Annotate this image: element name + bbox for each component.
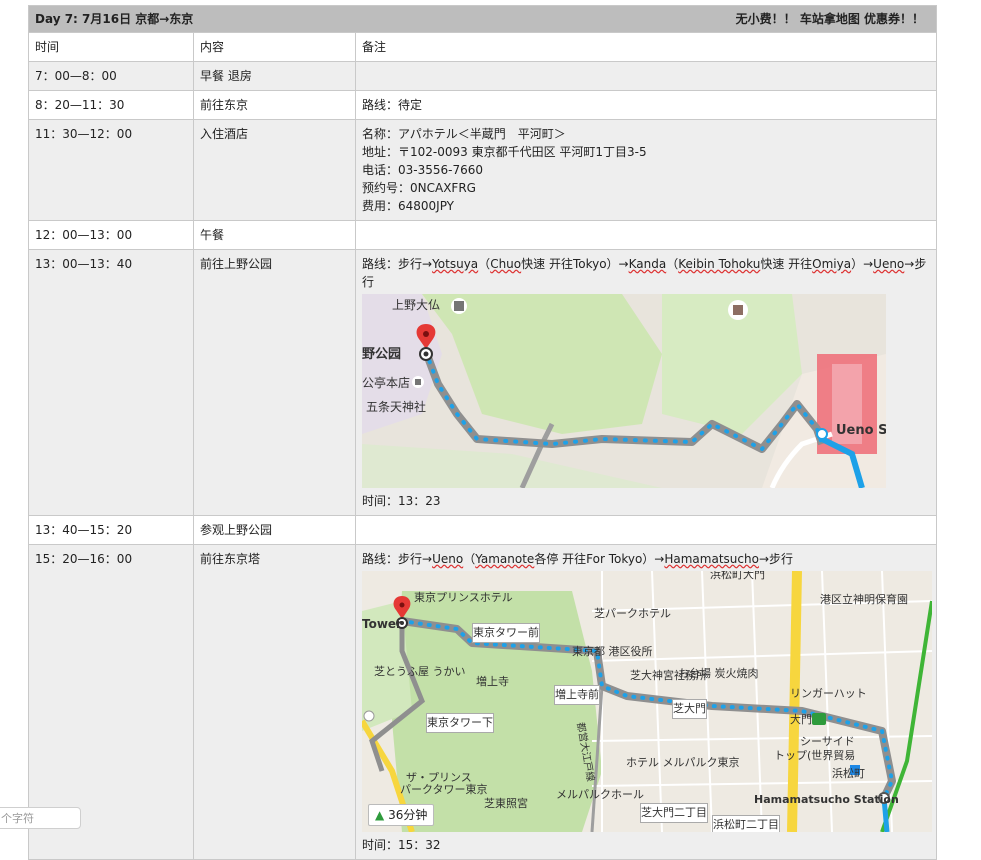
ueno-map-graphic: [362, 294, 886, 488]
col-notes-header[interactable]: 备注: [355, 32, 937, 62]
time-cell[interactable]: 13：00—13：40: [28, 249, 194, 516]
notes-cell[interactable]: 路线：步行→Ueno（Yamanote各停 开往For Tokyo）→Hamam…: [355, 544, 937, 860]
time-cell[interactable]: 11：30—12：00: [28, 119, 194, 221]
route-text: 路线：步行→Ueno（Yamanote各停 开往For Tokyo）→Hamam…: [362, 552, 793, 566]
day-note: 无小费！！ 车站拿地图 优惠券！！: [735, 12, 924, 26]
day-header-cell[interactable]: Day 7: 7月16日 京都→东京 无小费！！ 车站拿地图 优惠券！！: [28, 5, 937, 33]
ueno-route-map[interactable]: 上野大仏 野公园 公亭本店 五条天神社 Ueno S: [362, 294, 886, 488]
notes-cell[interactable]: 路线：步行→Yotsuya（Chuo快速 开往Tokyo）→Kanda（Keib…: [355, 249, 937, 516]
content-cell[interactable]: 前往东京塔: [193, 544, 356, 860]
table-row: 15：20—16：00 前往东京塔 路线：步行→Ueno（Yamanote各停 …: [28, 544, 937, 860]
content-cell[interactable]: 前往东京: [193, 90, 356, 120]
column-header-row: 时间 内容 备注: [28, 32, 937, 62]
time-cell[interactable]: 7：00—8：00: [28, 61, 194, 91]
tokyo-tower-route-map[interactable]: 浜松町大門 東京プリンスホテル 港区立神明保育園 Tower 芝パークホテル 東…: [362, 571, 932, 832]
content-cell[interactable]: 早餐 退房: [193, 61, 356, 91]
content-cell[interactable]: 入住酒店: [193, 119, 356, 221]
time-cell[interactable]: 8：20—11：30: [28, 90, 194, 120]
itinerary-sheet: Day 7: 7月16日 京都→东京 无小费！！ 车站拿地图 优惠券！！ 时间 …: [28, 5, 937, 860]
notes-cell[interactable]: 路线：待定: [355, 90, 937, 120]
notes-cell[interactable]: [355, 220, 937, 250]
table-row: 12：00—13：00 午餐: [28, 220, 937, 250]
table-row: 7：00—8：00 早餐 退房: [28, 61, 937, 91]
transit-icon: ▲: [375, 808, 385, 822]
hotel-booking-number: 预约号：0NCAXFRG: [362, 181, 476, 195]
notes-cell[interactable]: [355, 61, 937, 91]
table-row: 8：20—11：30 前往东京 路线：待定: [28, 90, 937, 120]
route-text: 路线：步行→Yotsuya（Chuo快速 开往Tokyo）→Kanda（Keib…: [362, 257, 927, 289]
table-row: 13：00—13：40 前往上野公园 路线：步行→Yotsuya（Chuo快速 …: [28, 249, 937, 516]
station-link: Yotsuya: [432, 257, 479, 271]
hotel-cost: 费用：64800JPY: [362, 199, 455, 213]
day-title: Day 7: 7月16日 京都→东京: [35, 12, 194, 26]
itinerary-table: Day 7: 7月16日 京都→东京 无小费！！ 车站拿地图 优惠券！！ 时间 …: [28, 5, 937, 860]
character-count-box: 个字符: [0, 807, 81, 829]
content-cell[interactable]: 前往上野公园: [193, 249, 356, 516]
notes-cell[interactable]: 名称：アパホテル＜半蔵門 平河町＞ 地址：〒102-0093 東京都千代田区 平…: [355, 119, 937, 221]
hotel-name: 名称：アパホテル＜半蔵門 平河町＞: [362, 127, 566, 141]
hotel-phone: 电话：03-3556-7660: [362, 163, 484, 177]
hotel-address: 地址：〒102-0093 東京都千代田区 平河町1丁目3-5: [362, 145, 647, 159]
col-time-header[interactable]: 时间: [28, 32, 194, 62]
transit-duration-badge[interactable]: ▲ 36分钟: [368, 804, 435, 826]
time-cell[interactable]: 13：40—15：20: [28, 515, 194, 545]
table-row: 13：40—15：20 参观上野公园: [28, 515, 937, 545]
route-duration: 时间：13：23: [362, 494, 441, 508]
day-header-row: Day 7: 7月16日 京都→东京 无小费！！ 车站拿地图 优惠券！！: [28, 5, 937, 33]
route-duration: 时间：15：32: [362, 838, 441, 852]
time-cell[interactable]: 12：00—13：00: [28, 220, 194, 250]
col-content-header[interactable]: 内容: [193, 32, 356, 62]
content-cell[interactable]: 参观上野公园: [193, 515, 356, 545]
notes-cell[interactable]: [355, 515, 937, 545]
content-cell[interactable]: 午餐: [193, 220, 356, 250]
table-row: 11：30—12：00 入住酒店 名称：アパホテル＜半蔵門 平河町＞ 地址：〒1…: [28, 119, 937, 221]
